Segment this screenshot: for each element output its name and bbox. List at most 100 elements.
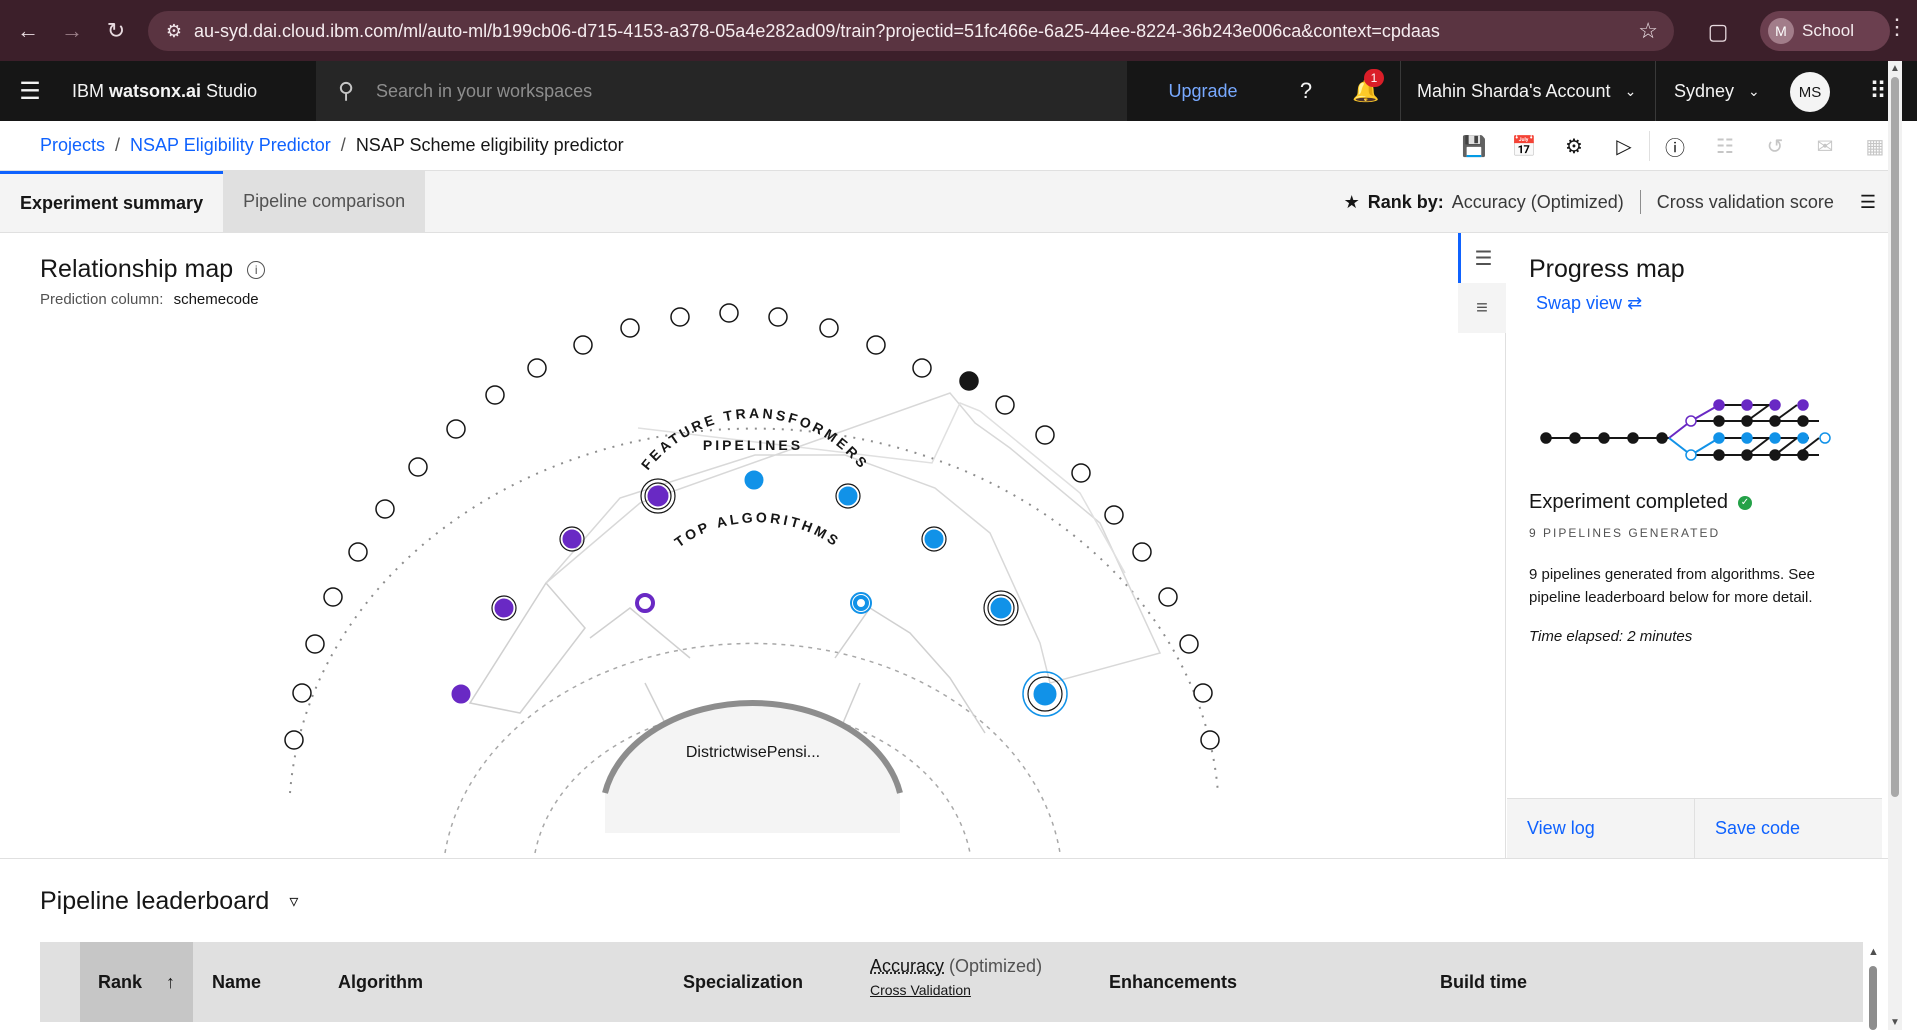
pipeline-node[interactable] xyxy=(744,470,764,490)
site-settings-icon[interactable]: ⚙ xyxy=(154,21,194,42)
account-switcher[interactable]: Mahin Sharda's Account ⌄ xyxy=(1400,61,1655,121)
save-icon[interactable]: 💾 xyxy=(1449,134,1499,159)
calendar-icon[interactable]: 📅 xyxy=(1499,134,1549,159)
breadcrumb-project[interactable]: NSAP Eligibility Predictor xyxy=(130,135,331,156)
feature-transformer-node[interactable] xyxy=(1104,505,1124,525)
progress-node-outline xyxy=(1685,415,1697,427)
settings-gear-icon[interactable]: ⚙ xyxy=(1549,134,1599,159)
map-view-icon[interactable]: ☰ xyxy=(1458,233,1506,283)
feature-transformer-node[interactable] xyxy=(323,587,343,607)
pipeline-node[interactable] xyxy=(494,598,514,618)
feature-transformer-node[interactable] xyxy=(620,318,640,338)
feature-transformer-node[interactable] xyxy=(1200,730,1220,750)
help-icon[interactable]: ? xyxy=(1276,61,1336,121)
accuracy-optimized-label: (Optimized) xyxy=(949,956,1043,976)
reload-icon[interactable]: ↻ xyxy=(94,9,138,53)
pipeline-node[interactable] xyxy=(647,485,669,507)
scroll-up-icon[interactable]: ▲ xyxy=(1868,946,1879,958)
feature-transformer-node[interactable] xyxy=(375,499,395,519)
feature-transformer-node[interactable] xyxy=(292,683,312,703)
back-icon[interactable]: ← xyxy=(6,9,50,53)
extensions-icon[interactable]: ▢ xyxy=(1698,12,1738,52)
pipeline-node[interactable] xyxy=(451,684,471,704)
feature-transformer-node[interactable] xyxy=(348,542,368,562)
column-enhancements[interactable]: Enhancements xyxy=(1109,972,1237,993)
pipeline-node-best[interactable] xyxy=(1033,682,1057,706)
feature-transformer-node[interactable] xyxy=(819,318,839,338)
scroll-thumb[interactable] xyxy=(1869,966,1877,1030)
center-node-label[interactable]: DistrictwisePensi... xyxy=(686,744,820,761)
feature-transformer-node[interactable] xyxy=(527,358,547,378)
product-name[interactable]: IBM watsonx.ai Studio xyxy=(72,81,318,102)
swap-view-link[interactable]: Swap view ⇄ xyxy=(1536,293,1642,314)
brand-prefix: IBM xyxy=(72,80,110,101)
feature-transformer-node[interactable] xyxy=(768,307,788,327)
bookmark-star-icon[interactable]: ☆ xyxy=(1638,18,1658,44)
pipeline-node[interactable] xyxy=(924,529,944,549)
feature-transformer-node[interactable] xyxy=(1193,683,1213,703)
rank-metric[interactable]: Accuracy (Optimized) xyxy=(1452,192,1624,213)
adjust-settings-icon[interactable]: ☰ xyxy=(1860,192,1876,213)
feature-transformer-node-selected[interactable] xyxy=(959,371,979,391)
hamburger-menu-icon[interactable]: ☰ xyxy=(0,61,60,121)
view-log-link[interactable]: View log xyxy=(1507,799,1694,858)
tab-experiment-summary[interactable]: Experiment summary xyxy=(0,171,224,232)
pipeline-node[interactable] xyxy=(990,597,1012,619)
scroll-down-icon[interactable]: ▼ xyxy=(1890,1017,1900,1028)
tab-pipeline-comparison[interactable]: Pipeline comparison xyxy=(223,171,426,232)
feature-transformer-node[interactable] xyxy=(1179,634,1199,654)
feature-transformer-node[interactable] xyxy=(995,395,1015,415)
feature-transformer-node[interactable] xyxy=(408,457,428,477)
feature-transformer-node[interactable] xyxy=(1132,542,1152,562)
progress-node xyxy=(1769,415,1781,427)
scroll-up-icon[interactable]: ▲ xyxy=(1890,63,1900,74)
scroll-thumb[interactable] xyxy=(1891,77,1899,797)
column-accuracy[interactable]: Accuracy (Optimized) Cross Validation xyxy=(870,956,1042,998)
algorithm-connector xyxy=(644,682,666,724)
feature-transformer-node[interactable] xyxy=(866,335,886,355)
leaderboard-title: Pipeline leaderboard xyxy=(40,887,270,915)
feature-transformer-node[interactable] xyxy=(573,335,593,355)
address-bar[interactable]: ⚙ au-syd.dai.cloud.ibm.com/ml/auto-ml/b1… xyxy=(148,11,1674,51)
feature-transformer-node[interactable] xyxy=(1158,587,1178,607)
profile-button[interactable]: M School xyxy=(1760,11,1890,51)
feature-transformer-node[interactable] xyxy=(719,303,739,323)
region-switcher[interactable]: Sydney ⌄ xyxy=(1655,61,1772,121)
pipeline-node[interactable] xyxy=(562,529,582,549)
algorithm-node[interactable] xyxy=(635,593,655,613)
feature-transformer-node[interactable] xyxy=(485,385,505,405)
column-specialization[interactable]: Specialization xyxy=(683,972,803,993)
url-text[interactable]: au-syd.dai.cloud.ibm.com/ml/auto-ml/b199… xyxy=(194,21,1440,42)
browser-menu-icon[interactable]: ⋮ xyxy=(1886,14,1908,40)
column-build-time[interactable]: Build time xyxy=(1440,972,1527,993)
column-name[interactable]: Name xyxy=(212,972,261,993)
info-icon[interactable]: ⓘ xyxy=(1650,132,1700,161)
feature-transformer-node[interactable] xyxy=(1071,463,1091,483)
feature-transformer-node[interactable] xyxy=(912,358,932,378)
forward-icon[interactable]: → xyxy=(50,9,94,53)
column-algorithm[interactable]: Algorithm xyxy=(338,972,423,993)
column-rank[interactable]: Rank ↑ xyxy=(80,942,193,1022)
list-view-icon[interactable]: ≡ xyxy=(1458,283,1506,333)
filter-icon[interactable]: ▿ xyxy=(289,891,298,912)
upgrade-link[interactable]: Upgrade xyxy=(1148,61,1258,121)
leaderboard-scrollbar[interactable]: ▲ xyxy=(1866,946,1880,1030)
run-play-icon[interactable]: ▷ xyxy=(1599,134,1649,159)
save-code-link[interactable]: Save code xyxy=(1695,799,1882,858)
algorithm-node[interactable] xyxy=(853,595,869,611)
breadcrumb-projects[interactable]: Projects xyxy=(40,135,105,156)
rank-score[interactable]: Cross validation score xyxy=(1657,192,1834,213)
feature-transformer-node[interactable] xyxy=(284,730,304,750)
pipeline-node[interactable] xyxy=(838,486,858,506)
progress-node xyxy=(1569,432,1581,444)
feature-transformer-node[interactable] xyxy=(1035,425,1055,445)
feature-transformer-node[interactable] xyxy=(446,419,466,439)
user-avatar[interactable]: MS xyxy=(1790,72,1830,112)
page-scrollbar[interactable]: ▲ ▼ xyxy=(1888,61,1902,1030)
feature-transformer-node[interactable] xyxy=(670,307,690,327)
feature-transformer-node[interactable] xyxy=(305,634,325,654)
sort-arrow-up-icon[interactable]: ↑ xyxy=(166,972,175,993)
notification-bell-icon[interactable]: 🔔 xyxy=(1336,61,1396,121)
search-input[interactable] xyxy=(376,80,1076,102)
cross-validation-label: Cross Validation xyxy=(870,982,971,998)
